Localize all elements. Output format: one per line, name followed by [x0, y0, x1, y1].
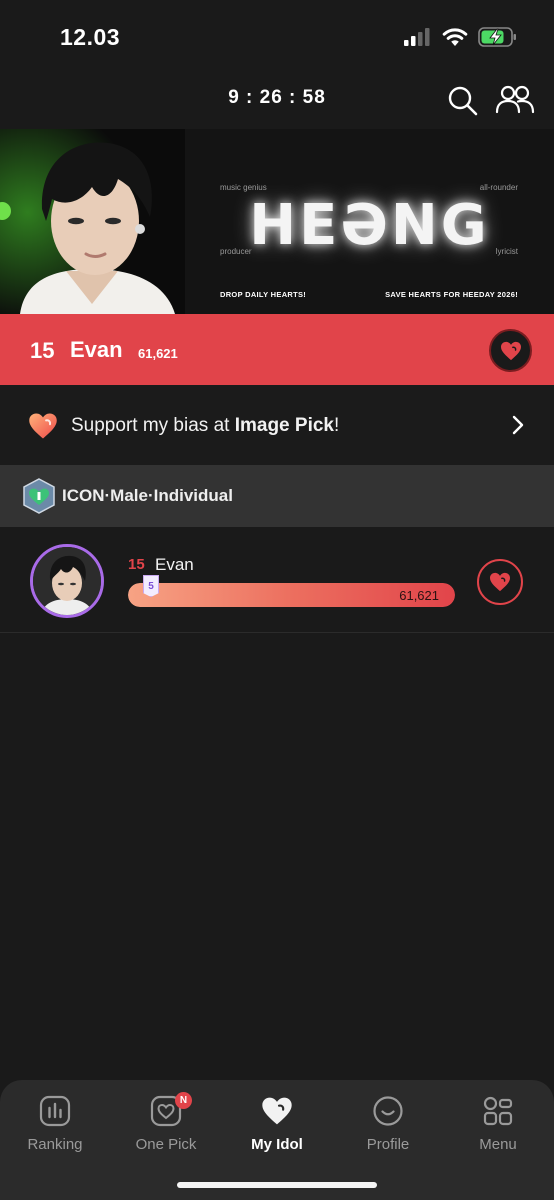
nav-menu[interactable]: Menu [443, 1094, 553, 1153]
idol-rank: 15 [128, 556, 145, 573]
profile-icon [373, 1096, 403, 1126]
idol-name: Evan [70, 337, 123, 362]
status-bar: 12.03 [0, 0, 554, 70]
heart-icon [29, 413, 57, 439]
nav-label: Ranking [27, 1136, 83, 1153]
battery-charging-icon [478, 27, 516, 47]
idol-list-item[interactable]: 15 Evan 61,621 5 [0, 527, 554, 633]
nav-ranking[interactable]: Ranking [0, 1094, 110, 1153]
chevron-right-icon [512, 415, 524, 435]
banner-footer-text: DROP DAILY HEARTS! [220, 290, 307, 299]
idol-name: Evan [155, 555, 194, 574]
banner-footer-text: SAVE HEARTS FOR HEEDAY 2026! [385, 290, 518, 299]
banner-text-panel: music genius all-rounder HEƏNG producer … [185, 129, 554, 314]
banner-tag: music genius [220, 183, 267, 192]
promo-banner[interactable]: music genius all-rounder HEƏNG producer … [0, 129, 554, 314]
nav-label: Profile [366, 1136, 410, 1153]
rank-number: 15 [30, 338, 55, 363]
banner-tag: all-rounder [479, 183, 518, 192]
nav-label: My Idol [251, 1136, 303, 1153]
status-icons [404, 26, 518, 48]
friends-icon [495, 85, 535, 114]
wifi-icon [442, 28, 468, 46]
vote-count: 61,621 [399, 588, 439, 603]
nav-label: Menu [479, 1136, 517, 1153]
vote-count: 61,621 [138, 346, 178, 361]
search-button[interactable] [446, 84, 480, 118]
status-time: 12.03 [60, 24, 121, 50]
my-idol-icon [262, 1097, 292, 1125]
category-header: ICON·Male·Individual [0, 465, 554, 527]
category-label: ICON·Male·Individual [62, 486, 233, 505]
signal-icon [404, 28, 430, 46]
header: 9 : 26 : 58 [0, 70, 554, 128]
banner-tag: producer [220, 247, 252, 256]
image-pick-promo[interactable]: Support my bias at Image Pick! [0, 385, 554, 465]
support-text: Support my bias at Image Pick! [71, 415, 340, 436]
friends-button[interactable] [495, 82, 535, 118]
banner-photo [0, 129, 185, 314]
vote-heart-button[interactable] [489, 329, 532, 372]
ranking-icon [39, 1095, 71, 1127]
vote-heart-button[interactable] [477, 559, 523, 605]
level-badge: 5 [143, 575, 159, 597]
nav-one-pick[interactable]: N One Pick [111, 1092, 221, 1153]
banner-tag: lyricist [495, 247, 518, 256]
nav-my-idol[interactable]: My Idol [222, 1094, 332, 1153]
nav-label: One Pick [135, 1136, 197, 1153]
search-icon [448, 86, 478, 116]
vote-progress-bar: 61,621 [128, 583, 455, 607]
home-indicator [177, 1182, 377, 1188]
heart-icon [500, 341, 521, 360]
rank-summary-bar: 15 Evan 61,621 [0, 314, 554, 385]
nav-profile[interactable]: Profile [333, 1094, 443, 1153]
menu-icon [483, 1096, 513, 1126]
avatar[interactable] [30, 544, 104, 618]
new-badge: N [175, 1092, 192, 1109]
category-badge-icon [23, 478, 55, 514]
heart-icon [490, 572, 510, 592]
